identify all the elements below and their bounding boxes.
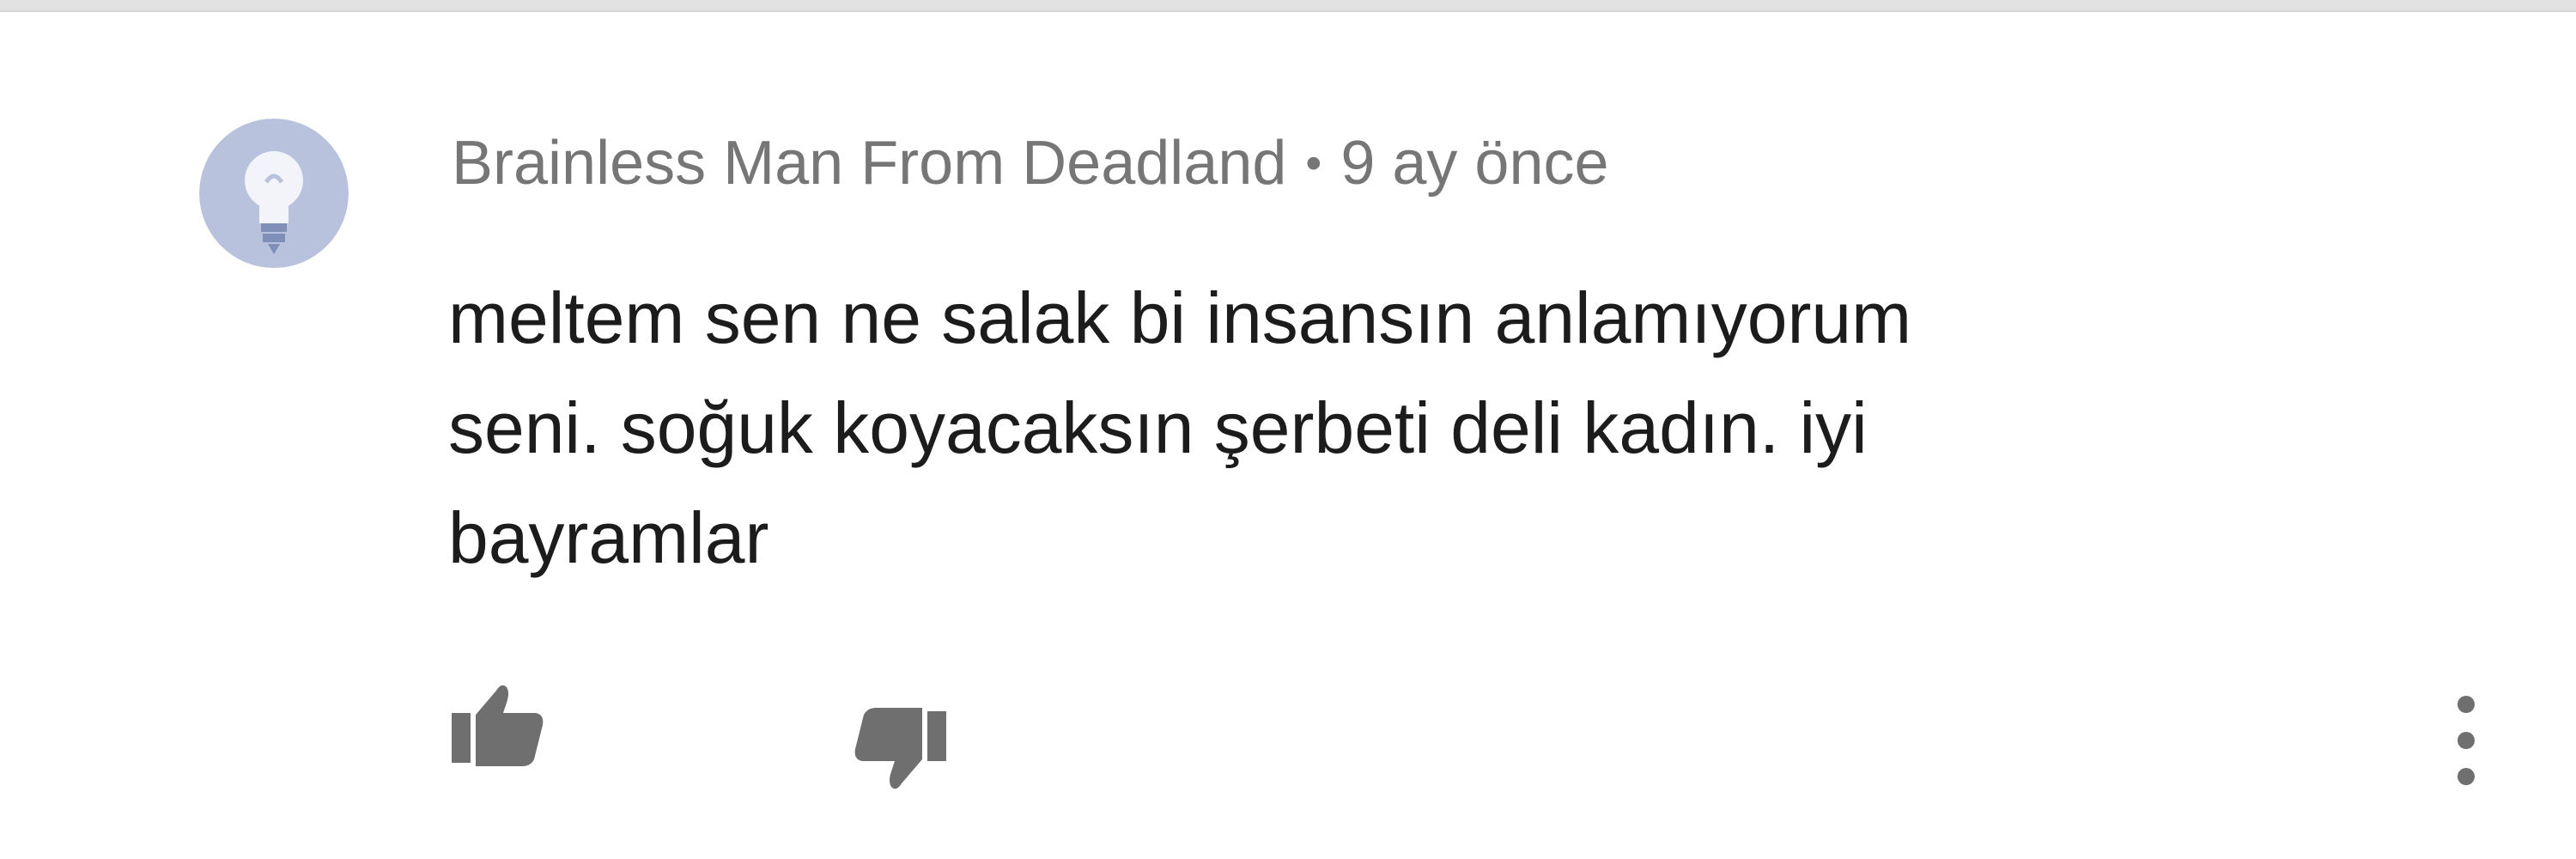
comment-meta: Brainless Man From Deadland • 9 ay önce: [452, 120, 1609, 206]
comment-timestamp[interactable]: 9 ay önce: [1340, 129, 1608, 198]
more-vertical-icon: [2458, 696, 2475, 785]
lightbulb-avatar-icon: [199, 119, 349, 268]
avatar[interactable]: [199, 119, 349, 268]
thumbs-up-icon: [452, 685, 544, 766]
like-button[interactable]: [447, 677, 550, 771]
thumbs-down-icon: [854, 708, 946, 789]
comment-text: meltem sen ne salak bi insansın anlamıyo…: [448, 277, 1912, 578]
more-options-button[interactable]: [2435, 687, 2497, 799]
author-name[interactable]: Brainless Man From Deadland: [452, 129, 1286, 198]
meta-separator: •: [1305, 137, 1322, 189]
dislike-button[interactable]: [848, 703, 951, 797]
comment-item: Brainless Man From Deadland • 9 ay önce me…: [0, 0, 2576, 859]
